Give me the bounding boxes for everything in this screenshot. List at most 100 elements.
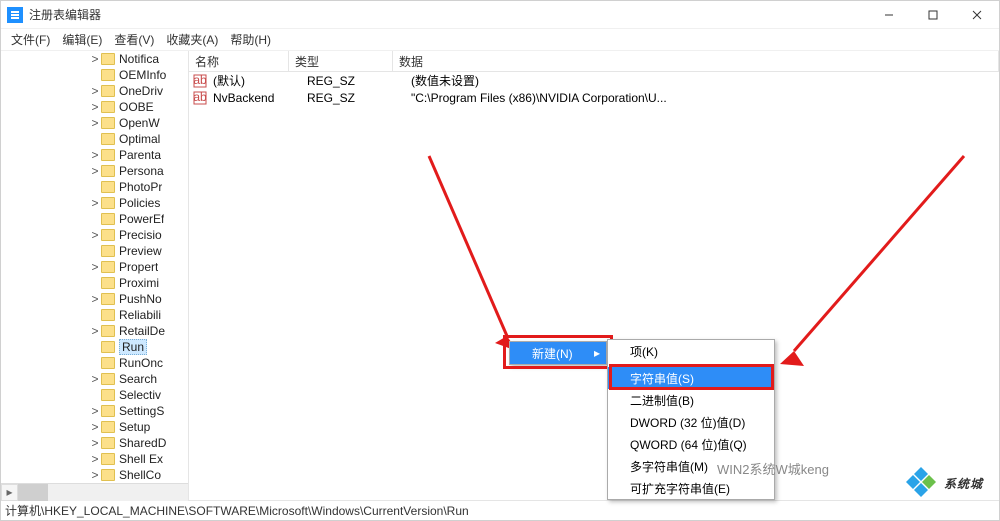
statusbar-path: 计算机\HKEY_LOCAL_MACHINE\SOFTWARE\Microsof… (5, 502, 469, 519)
folder-icon (101, 149, 115, 161)
tree-item-label: Persona (119, 164, 164, 178)
ctx-sub-item[interactable]: DWORD (32 位)值(D) (608, 411, 774, 433)
expander-icon[interactable]: > (89, 228, 101, 242)
expander-icon[interactable]: > (89, 468, 101, 482)
tree-item[interactable]: >Precisio (9, 227, 188, 243)
menu-view[interactable]: 查看(V) (108, 29, 160, 50)
tree-item[interactable]: > ShellCo (9, 467, 188, 483)
maximize-button[interactable] (911, 1, 955, 29)
tree-item[interactable]: Optimal (9, 131, 188, 147)
tree-item[interactable]: > Search (9, 371, 188, 387)
tree-item[interactable]: RunOnc (9, 355, 188, 371)
folder-icon (101, 293, 115, 305)
tree-item[interactable]: >Policies (9, 195, 188, 211)
tree-item[interactable]: > Persona (9, 163, 188, 179)
tree-item-label: RetailDe (119, 324, 165, 338)
scroll-track[interactable] (1, 484, 188, 501)
regedit-icon (7, 7, 23, 23)
menu-file[interactable]: 文件(F) (5, 29, 56, 50)
tree-item-label: Run (119, 339, 147, 355)
expander-icon[interactable]: > (89, 116, 101, 130)
ctx-sub-item[interactable]: QWORD (64 位)值(Q) (608, 433, 774, 455)
list-rows[interactable]: ab(默认)REG_SZ(数值未设置)abNvBackendREG_SZ"C:\… (189, 72, 999, 500)
expander-icon[interactable]: > (89, 164, 101, 178)
ctx-sub-item[interactable]: 字符串值(S) (608, 367, 774, 389)
folder-icon (101, 373, 115, 385)
expander-icon[interactable]: > (89, 452, 101, 466)
tree-item-label: Proximi (119, 276, 159, 290)
ctx-sub-item[interactable]: 可扩充字符串值(E) (608, 477, 774, 499)
expander-icon[interactable]: > (89, 148, 101, 162)
tree-item-label: ShellCo (119, 468, 161, 482)
col-data[interactable]: 数据 (393, 51, 999, 71)
tree-item-label: Optimal (119, 132, 160, 146)
tree-item[interactable]: Reliabili (9, 307, 188, 323)
tree-item[interactable]: Selectiv (9, 387, 188, 403)
expander-icon[interactable]: > (89, 196, 101, 210)
tree-item-label: Notifica (119, 52, 159, 66)
expander-icon[interactable]: > (89, 436, 101, 450)
tree-item[interactable]: >OOBE (9, 99, 188, 115)
expander-icon[interactable]: > (89, 52, 101, 66)
tree-item-label: Selectiv (119, 388, 161, 402)
tree-item[interactable]: >Parenta (9, 147, 188, 163)
expander-icon[interactable]: > (89, 372, 101, 386)
tree-item-label: Propert (119, 260, 158, 274)
tree-item[interactable]: > SettingS (9, 403, 188, 419)
tree-item[interactable]: PowerEf (9, 211, 188, 227)
folder-icon (101, 101, 115, 113)
tree-item[interactable]: >OpenW (9, 115, 188, 131)
tree-item[interactable]: > Notifica (9, 51, 188, 67)
folder-icon (101, 85, 115, 97)
tree-item[interactable]: Run (9, 339, 188, 355)
chevron-right-icon: ▸ (594, 346, 600, 360)
expander-icon[interactable]: > (89, 420, 101, 434)
tree-scroll[interactable]: > NotificaOEMInfo>OneDriv>OOBE>OpenWOptim… (1, 51, 188, 483)
col-type[interactable]: 类型 (289, 51, 393, 71)
menu-edit[interactable]: 编辑(E) (56, 29, 108, 50)
window-controls (867, 1, 999, 29)
tree-item[interactable]: Proximi (9, 275, 188, 291)
menu-favorites[interactable]: 收藏夹(A) (160, 29, 224, 50)
ctx-sub-item[interactable]: 项(K) (608, 340, 774, 362)
tree-item[interactable]: >OneDriv (9, 83, 188, 99)
expander-icon[interactable]: > (89, 260, 101, 274)
tree-item-label: Search (119, 372, 157, 386)
tree-item[interactable]: > RetailDe (9, 323, 188, 339)
tree-item[interactable]: >Setup (9, 419, 188, 435)
expander-icon[interactable]: > (89, 404, 101, 418)
string-value-icon: ab (193, 74, 207, 88)
string-value-icon: ab (193, 91, 207, 105)
tree-item[interactable]: OEMInfo (9, 67, 188, 83)
tree-item-label: SettingS (119, 404, 164, 418)
tree-item[interactable]: PhotoPr (9, 179, 188, 195)
folder-icon (101, 197, 115, 209)
col-name[interactable]: 名称 (189, 51, 289, 71)
folder-icon (101, 165, 115, 177)
statusbar: 计算机\HKEY_LOCAL_MACHINE\SOFTWARE\Microsof… (1, 500, 999, 520)
tree-item[interactable]: >Shell Ex (9, 451, 188, 467)
ctx-item-new[interactable]: 新建(N) ▸ (510, 342, 606, 364)
minimize-button[interactable] (867, 1, 911, 29)
table-row[interactable]: ab(默认)REG_SZ(数值未设置) (189, 72, 999, 89)
scroll-thumb[interactable] (1, 484, 48, 501)
expander-icon[interactable]: > (89, 84, 101, 98)
cell-name: NvBackend (207, 91, 301, 105)
tree-item[interactable]: >SharedD (9, 435, 188, 451)
close-button[interactable] (955, 1, 999, 29)
expander-icon[interactable]: > (89, 292, 101, 306)
tree-hscrollbar[interactable]: ◂ ▸ (1, 483, 188, 500)
table-row[interactable]: abNvBackendREG_SZ"C:\Program Files (x86)… (189, 89, 999, 106)
tree-item[interactable]: > Propert (9, 259, 188, 275)
expander-icon[interactable]: > (89, 100, 101, 114)
cell-type: REG_SZ (301, 74, 405, 88)
tree-item-label: RunOnc (119, 356, 163, 370)
ctx-sub-item[interactable]: 多字符串值(M) (608, 455, 774, 477)
context-menu-main: 新建(N) ▸ (509, 341, 607, 365)
list-header: 名称 类型 数据 (189, 51, 999, 72)
tree-item[interactable]: >PushNo (9, 291, 188, 307)
expander-icon[interactable]: > (89, 324, 101, 338)
tree-item[interactable]: Preview (9, 243, 188, 259)
ctx-sub-item[interactable]: 二进制值(B) (608, 389, 774, 411)
menu-help[interactable]: 帮助(H) (224, 29, 277, 50)
